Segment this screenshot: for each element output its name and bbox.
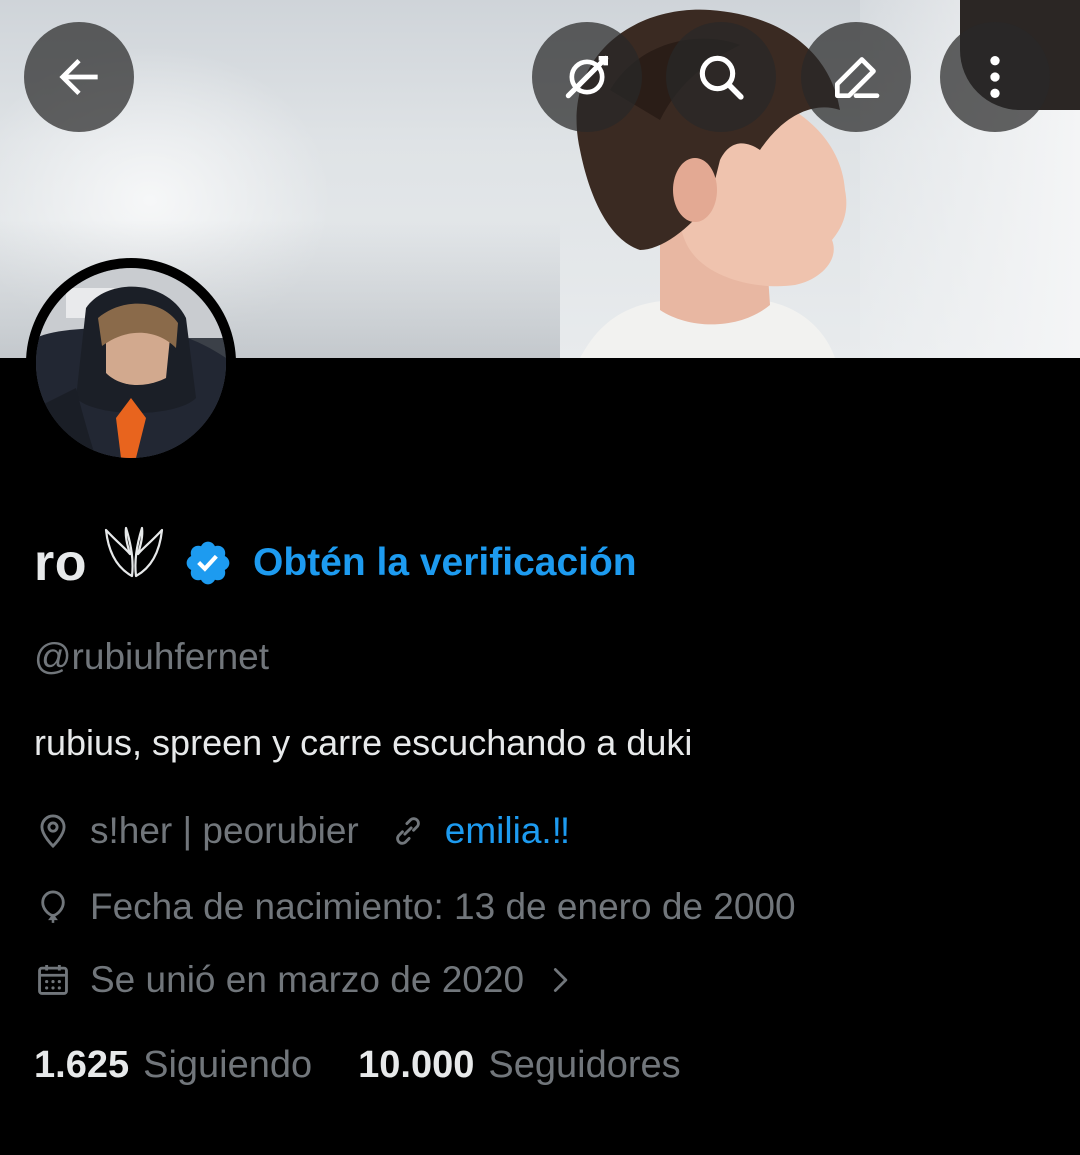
location-text: s!her | peorubier — [90, 810, 359, 851]
user-handle: @rubiuhfernet — [34, 636, 270, 677]
followers-label: Seguidores — [488, 1044, 681, 1086]
joined-row[interactable]: Se unió en marzo de 2020 — [34, 959, 592, 1001]
back-button[interactable] — [24, 22, 134, 132]
display-name: ro — [34, 534, 87, 592]
edit-button[interactable] — [801, 22, 911, 132]
profile-page: ro Obtén la verificación @rubiuhfernet r… — [0, 0, 1080, 1155]
following-label: Siguiendo — [143, 1044, 313, 1086]
chevron-right-icon — [553, 968, 568, 992]
following-link[interactable]: 1.625 Siguiendo — [34, 1044, 312, 1087]
name-row: ro Obtén la verificación — [34, 526, 637, 598]
followers-link[interactable]: 10.000 Seguidores — [358, 1044, 680, 1087]
user-bio: rubius, spreen y carre escuchando a duki — [34, 722, 693, 763]
followers-count: 10.000 — [358, 1044, 475, 1086]
avatar-image — [36, 268, 226, 458]
location-link-row: s!her | peorubier emilia.‼ — [34, 810, 570, 852]
wings-emoji-icon — [104, 526, 164, 578]
joined-text: Se unió en marzo de 2020 — [90, 959, 525, 1000]
get-verified-link[interactable]: Obtén la verificación — [253, 541, 637, 585]
avatar[interactable] — [26, 258, 236, 468]
search-button[interactable] — [666, 22, 776, 132]
balloon-icon — [41, 890, 65, 923]
website-link[interactable]: emilia.‼ — [445, 810, 570, 852]
verified-badge-icon[interactable] — [183, 538, 233, 588]
more-options-button[interactable] — [940, 22, 1050, 132]
birthday-text: Fecha de nacimiento: 13 de enero de 2000 — [90, 886, 796, 927]
follow-stats: 1.625 Siguiendo 10.000 Seguidores — [34, 1044, 681, 1087]
following-count: 1.625 — [34, 1044, 130, 1086]
more-vertical-icon — [990, 56, 1000, 98]
grok-icon — [565, 55, 609, 99]
grok-button[interactable] — [532, 22, 642, 132]
birthday-row: Fecha de nacimiento: 13 de enero de 2000 — [34, 886, 796, 928]
search-icon — [699, 55, 744, 100]
arrow-left-icon — [59, 59, 98, 95]
location-pin-icon — [40, 814, 66, 849]
link-icon — [395, 817, 420, 845]
calendar-icon — [38, 964, 68, 995]
edit-pencil-icon — [835, 57, 880, 98]
